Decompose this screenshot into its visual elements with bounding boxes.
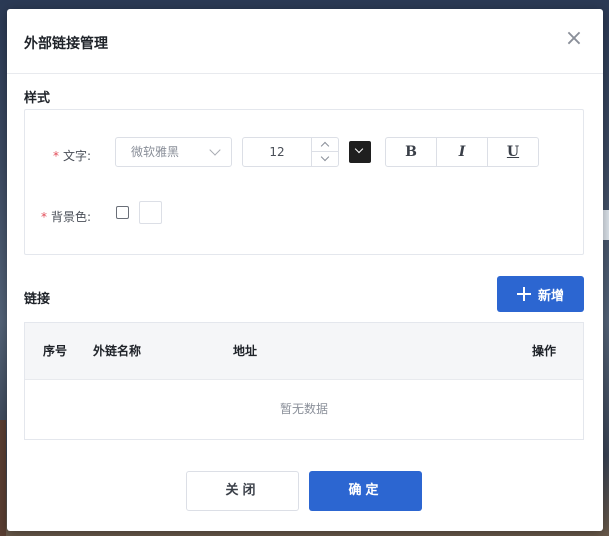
column-header-name: 外链名称 xyxy=(93,344,142,358)
background-color-picker[interactable] xyxy=(139,201,162,224)
links-section-label: 链接 xyxy=(24,292,51,307)
required-mark: * xyxy=(53,149,59,163)
italic-button[interactable]: I xyxy=(436,138,487,166)
close-icon[interactable]: × xyxy=(564,28,584,50)
font-family-select[interactable]: 微软雅黑 xyxy=(115,137,232,167)
table-header: 序号 外链名称 地址 操作 xyxy=(25,323,583,380)
confirm-button[interactable]: 确定 xyxy=(309,471,422,511)
background-field-label: * 背景色: xyxy=(41,208,91,225)
underline-button[interactable]: U xyxy=(487,138,538,166)
empty-state-text: 暂无数据 xyxy=(279,402,328,416)
links-table: 序号 外链名称 地址 操作 暂无数据 xyxy=(24,322,584,440)
chevron-up-icon xyxy=(320,141,330,151)
font-family-value: 微软雅黑 xyxy=(131,145,180,159)
style-panel xyxy=(24,109,584,255)
text-color-picker[interactable] xyxy=(349,141,371,163)
header-divider xyxy=(7,73,603,74)
text-field-label: * 文字: xyxy=(53,147,91,164)
text-format-group: B I U xyxy=(385,137,539,167)
column-header-url: 地址 xyxy=(233,344,258,358)
external-link-dialog: 外部链接管理 × 样式 * 文字: 微软雅黑 12 B I U * 背景色: 链接 … xyxy=(7,9,603,531)
add-button-label: 新增 xyxy=(537,288,564,304)
decrease-button[interactable] xyxy=(312,152,338,166)
text-label: 文字: xyxy=(63,149,92,163)
font-size-stepper[interactable]: 12 xyxy=(242,137,339,167)
bold-button[interactable]: B xyxy=(386,138,436,166)
font-size-value[interactable]: 12 xyxy=(243,138,311,166)
background-checkbox[interactable] xyxy=(116,206,129,219)
backdrop-edge xyxy=(0,420,6,536)
increase-button[interactable] xyxy=(312,138,338,152)
required-mark: * xyxy=(41,210,47,224)
add-link-button[interactable]: 新增 xyxy=(497,276,584,312)
chevron-down-icon xyxy=(354,144,364,154)
background-label: 背景色: xyxy=(51,210,92,224)
stepper-controls xyxy=(311,138,338,166)
dialog-title: 外部链接管理 xyxy=(24,36,108,52)
column-header-actions: 操作 xyxy=(532,344,557,358)
close-button[interactable]: 关闭 xyxy=(186,471,299,511)
chevron-down-icon xyxy=(209,144,221,156)
chevron-down-icon xyxy=(320,152,330,162)
plus-icon xyxy=(516,287,531,301)
style-section-label: 样式 xyxy=(24,91,51,106)
column-header-index: 序号 xyxy=(43,344,68,358)
